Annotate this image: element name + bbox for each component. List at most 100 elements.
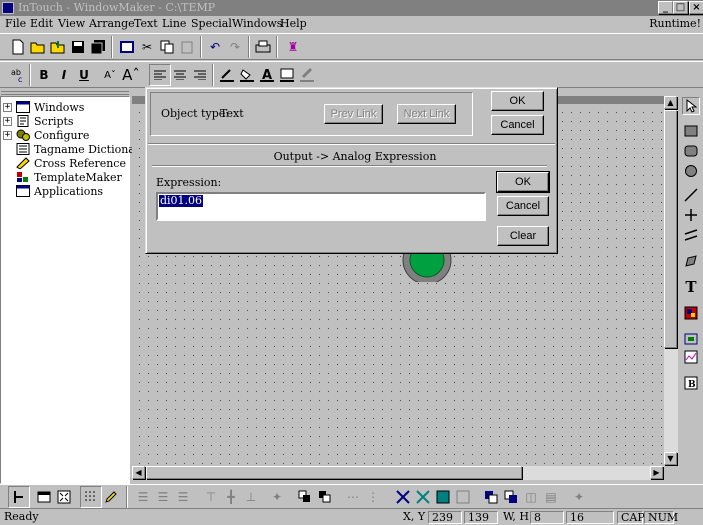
underline-icon[interactable]: U <box>73 64 95 86</box>
trend-tool-icon[interactable] <box>682 348 700 366</box>
flip-icon[interactable] <box>500 486 522 508</box>
tree-item-applications[interactable]: Applications <box>3 184 103 198</box>
rectangle-tool-icon[interactable] <box>682 122 700 140</box>
button-tool-icon[interactable] <box>682 330 700 348</box>
menu-arrange[interactable]: Arrange <box>89 17 135 30</box>
line-color-icon[interactable] <box>216 64 238 86</box>
align-left-objects-icon[interactable]: ☰ <box>132 486 154 508</box>
expand-icon[interactable]: + <box>3 102 12 112</box>
next-link-button[interactable]: Next Link <box>397 104 456 124</box>
menu-windows[interactable]: Windows <box>232 17 282 30</box>
tree-item-scripts[interactable]: + Scripts <box>3 114 74 128</box>
grid-icon[interactable] <box>80 486 102 508</box>
make-cell-icon[interactable] <box>392 486 414 508</box>
pencil-icon[interactable] <box>100 486 122 508</box>
prev-link-button[interactable]: Prev Link <box>324 104 383 124</box>
hv-line-tool-icon[interactable] <box>682 206 700 224</box>
expand-icon[interactable]: + <box>3 116 12 126</box>
font-larger-icon[interactable]: Aˆ <box>120 64 142 86</box>
menu-edit[interactable]: Edit <box>30 17 53 30</box>
menu-help[interactable]: Help <box>280 17 307 30</box>
tree-item-windows[interactable]: + Windows <box>3 100 84 114</box>
reshape-icon[interactable]: ✦ <box>568 486 590 508</box>
align-bottom-objects-icon[interactable]: ⊥ <box>240 486 262 508</box>
polygon-tool-icon[interactable] <box>682 252 700 270</box>
resize-grip-icon[interactable] <box>676 510 702 525</box>
window-color-icon[interactable] <box>276 64 298 86</box>
select-pointer-icon[interactable] <box>682 97 700 115</box>
space-horizontal-icon[interactable]: ⋯ <box>342 486 364 508</box>
link-cancel-button[interactable]: Cancel <box>491 115 544 135</box>
align-centers-icon[interactable]: ✦ <box>266 486 288 508</box>
flip-vertical-icon[interactable]: ◫ <box>520 486 542 508</box>
make-symbol-icon[interactable] <box>432 486 454 508</box>
space-vertical-icon[interactable]: ⋮ <box>362 486 384 508</box>
blink-icon[interactable] <box>296 64 318 86</box>
expression-clear-button[interactable]: Clear <box>497 226 549 246</box>
ellipse-tool-icon[interactable] <box>682 162 700 180</box>
tree-item-tagname-dictionary[interactable]: Tagname Dictionary <box>3 142 146 156</box>
maximize-button[interactable]: □ <box>673 1 688 14</box>
paste-icon[interactable] <box>176 36 198 58</box>
link-ok-button[interactable]: OK <box>491 91 544 111</box>
menu-text[interactable]: Text <box>134 17 158 30</box>
expand-icon[interactable]: + <box>3 130 12 140</box>
align-top-objects-icon[interactable]: ⊤ <box>200 486 222 508</box>
fill-color-icon[interactable] <box>236 64 258 86</box>
cut-icon[interactable]: ✂ <box>136 36 158 58</box>
new-icon[interactable] <box>7 36 29 58</box>
align-middle-objects-icon[interactable]: ╋ <box>220 486 242 508</box>
bring-to-front-icon[interactable] <box>294 486 316 508</box>
align-right-objects-icon[interactable]: ☰ <box>172 486 194 508</box>
rounded-rectangle-tool-icon[interactable] <box>682 142 700 160</box>
flip-horizontal-icon[interactable]: ▤ <box>540 486 562 508</box>
select-mode-icon[interactable] <box>8 486 30 508</box>
print-icon[interactable] <box>252 36 274 58</box>
bitmap-tool-icon[interactable] <box>682 304 700 322</box>
window-properties-icon[interactable] <box>116 36 138 58</box>
expression-input[interactable]: di01.06 <box>156 192 486 221</box>
import-icon[interactable] <box>47 36 69 58</box>
menu-view[interactable]: View <box>58 17 85 30</box>
wizard-button-icon[interactable]: B <box>682 374 700 392</box>
bold-icon[interactable]: B <box>33 64 55 86</box>
font-smaller-icon[interactable]: Aˇ <box>99 64 121 86</box>
open-icon[interactable] <box>27 36 49 58</box>
line-tool-icon[interactable] <box>682 186 700 204</box>
italic-icon[interactable]: I <box>53 64 75 86</box>
close-button[interactable]: × <box>689 1 703 14</box>
save-all-icon[interactable] <box>87 36 109 58</box>
expression-cancel-button[interactable]: Cancel <box>497 196 549 216</box>
menu-file[interactable]: File <box>5 17 26 30</box>
window-view-icon[interactable] <box>33 486 55 508</box>
full-screen-icon[interactable] <box>53 486 75 508</box>
redo-icon[interactable]: ↷ <box>224 36 246 58</box>
break-symbol-icon[interactable] <box>452 486 474 508</box>
scroll-down-button[interactable]: ▼ <box>664 452 677 465</box>
copy-icon[interactable] <box>156 36 178 58</box>
undo-icon[interactable]: ↶ <box>204 36 226 58</box>
scroll-up-button[interactable]: ▲ <box>664 96 677 109</box>
text-tool-icon[interactable]: T <box>682 278 700 296</box>
align-left-icon[interactable] <box>149 64 171 86</box>
minimize-button[interactable]: _ <box>658 1 673 14</box>
vertical-scrollbar[interactable]: ▲ ▼ <box>664 96 678 466</box>
menu-special[interactable]: Special <box>191 17 232 30</box>
break-cell-icon[interactable] <box>412 486 434 508</box>
align-center-icon[interactable] <box>169 64 191 86</box>
spell-icon[interactable]: ab c <box>7 64 29 86</box>
tree-item-templatemaker[interactable]: TemplateMaker <box>3 170 122 184</box>
save-icon[interactable] <box>67 36 89 58</box>
horizontal-scroll-thumb[interactable] <box>146 466 522 479</box>
send-to-back-icon[interactable] <box>314 486 336 508</box>
expression-ok-button[interactable]: OK <box>496 171 550 193</box>
align-center-objects-icon[interactable]: ☰ <box>152 486 174 508</box>
menu-line[interactable]: Line <box>162 17 186 30</box>
wizard-icon[interactable]: ♜ <box>282 36 304 58</box>
rotate-icon[interactable] <box>480 486 502 508</box>
tree-item-configure[interactable]: + Configure <box>3 128 89 142</box>
runtime-link[interactable]: Runtime! <box>649 17 701 30</box>
tree-item-cross-reference[interactable]: Cross Reference <box>3 156 126 170</box>
scroll-left-button[interactable]: ◀ <box>132 466 145 479</box>
scroll-right-button[interactable]: ▶ <box>650 466 663 479</box>
